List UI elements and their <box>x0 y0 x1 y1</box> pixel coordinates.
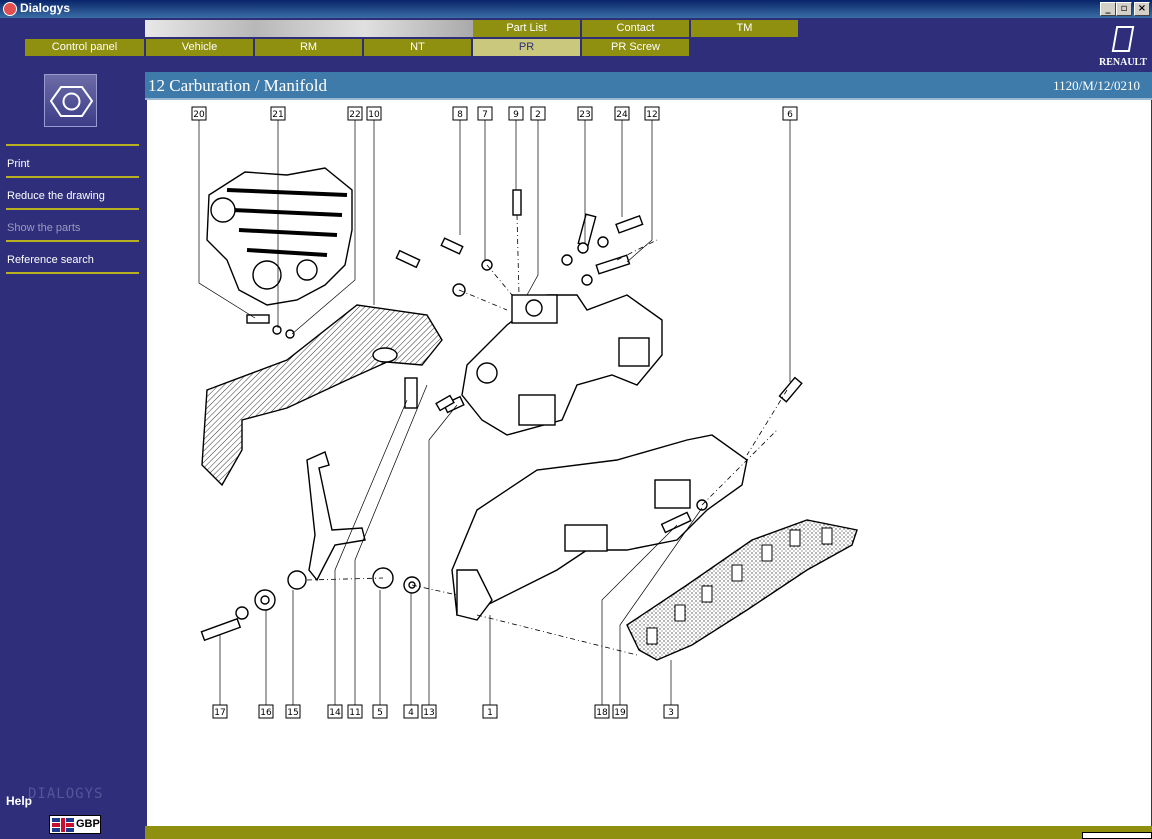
callout-14[interactable]: 14 <box>327 704 343 719</box>
header-decoration <box>145 20 475 37</box>
callout-4[interactable]: 4 <box>403 704 419 719</box>
tab-rm[interactable]: RM <box>255 39 363 56</box>
callout-1[interactable]: 1 <box>482 704 498 719</box>
callout-15[interactable]: 15 <box>285 704 301 719</box>
svg-text:4: 4 <box>408 708 414 718</box>
callout-17[interactable]: 17 <box>212 704 228 719</box>
callout-13[interactable]: 13 <box>421 704 437 719</box>
callout-12[interactable]: 12 <box>644 106 660 121</box>
minimize-button[interactable]: _ <box>1100 2 1116 16</box>
callout-3[interactable]: 3 <box>663 704 679 719</box>
svg-text:6: 6 <box>787 110 793 120</box>
exploded-diagram[interactable]: 20 21 22 10 8 7 9 2 23 24 12 6 17 16 15 … <box>147 100 1151 826</box>
svg-text:17: 17 <box>214 708 225 718</box>
callout-8[interactable]: 8 <box>452 106 468 121</box>
menu-divider <box>6 272 139 274</box>
menu-divider <box>6 176 139 178</box>
tab-contact[interactable]: Contact <box>582 20 690 37</box>
svg-text:22: 22 <box>349 110 360 120</box>
callout-11[interactable]: 11 <box>347 704 363 719</box>
menu-print[interactable]: Print <box>7 158 30 170</box>
menu-reduce-drawing[interactable]: Reduce the drawing <box>7 190 105 202</box>
bottom-bar <box>145 826 1152 839</box>
svg-text:8: 8 <box>457 110 463 120</box>
dialogys-wordmark: DIALOGYS <box>28 786 104 802</box>
svg-text:10: 10 <box>368 110 380 120</box>
svg-text:15: 15 <box>287 708 298 718</box>
callout-7[interactable]: 7 <box>477 106 493 121</box>
svg-text:3: 3 <box>668 708 674 718</box>
menu-reference-search[interactable]: Reference search <box>7 254 94 266</box>
svg-text:19: 19 <box>614 708 626 718</box>
svg-text:18: 18 <box>596 708 608 718</box>
renault-brand-text: RENAULT <box>1099 57 1147 68</box>
callout-10[interactable]: 10 <box>366 106 382 121</box>
tab-pr[interactable]: PR <box>473 39 581 56</box>
svg-text:11: 11 <box>349 708 360 718</box>
page-title: 12 Carburation / Manifold <box>148 76 327 95</box>
document-reference: 1120/M/12/0210 <box>1053 78 1140 93</box>
svg-text:7: 7 <box>482 110 488 120</box>
svg-text:20: 20 <box>193 110 205 120</box>
close-button[interactable]: × <box>1134 2 1150 16</box>
svg-text:12: 12 <box>646 110 657 120</box>
callout-16[interactable]: 16 <box>258 704 274 719</box>
window-title: Dialogys <box>20 1 71 15</box>
svg-text:14: 14 <box>329 708 341 718</box>
svg-text:21: 21 <box>272 110 283 120</box>
tab-pr-screw[interactable]: PR Screw <box>582 39 690 56</box>
maximize-button[interactable]: ▫ <box>1116 2 1132 16</box>
svg-text:16: 16 <box>260 708 272 718</box>
uk-flag-icon <box>52 818 74 832</box>
inlet-manifold-part <box>461 294 663 436</box>
currency-code: GBP <box>76 818 100 830</box>
callout-20[interactable]: 20 <box>191 106 207 121</box>
nut-icon <box>44 74 97 127</box>
svg-text:23: 23 <box>579 110 590 120</box>
callout-24[interactable]: 24 <box>614 106 630 121</box>
callouts-bottom: 17 16 15 14 11 5 4 13 1 18 19 3 <box>212 704 679 719</box>
tab-vehicle[interactable]: Vehicle <box>146 39 254 56</box>
renault-logo: RENAULT <box>1096 24 1150 72</box>
sidebar: Print Reduce the drawing Show the parts … <box>0 72 145 839</box>
window-titlebar: Dialogys _ ▫ × <box>0 0 1152 18</box>
menu-show-parts[interactable]: Show the parts <box>7 222 80 234</box>
callouts-top: 20 21 22 10 8 7 9 2 23 24 12 6 <box>191 106 798 121</box>
tab-control-panel[interactable]: Control panel <box>25 39 145 56</box>
svg-text:1: 1 <box>487 708 493 718</box>
renault-diamond-icon <box>1111 26 1135 52</box>
callout-19[interactable]: 19 <box>612 704 628 719</box>
support-bracket-part <box>306 451 366 582</box>
app-icon <box>3 2 17 16</box>
engine-illustration <box>206 167 353 306</box>
callout-22[interactable]: 22 <box>347 106 363 121</box>
top-navigation: Part List Contact TM Control panel Vehic… <box>0 18 1152 72</box>
menu-divider <box>6 240 139 242</box>
callout-18[interactable]: 18 <box>594 704 610 719</box>
document-header: 12 Carburation / Manifold 1120/M/12/0210 <box>145 72 1152 100</box>
callout-9[interactable]: 9 <box>508 106 524 121</box>
svg-text:9: 9 <box>513 110 519 120</box>
svg-text:13: 13 <box>423 708 434 718</box>
callout-21[interactable]: 21 <box>270 106 286 121</box>
tab-nt[interactable]: NT <box>364 39 472 56</box>
tab-part-list[interactable]: Part List <box>473 20 581 37</box>
menu-divider <box>6 208 139 210</box>
menu-divider <box>6 144 139 146</box>
svg-text:2: 2 <box>535 110 541 120</box>
currency-selector[interactable]: GBP <box>49 815 101 834</box>
callout-2[interactable]: 2 <box>530 106 546 121</box>
callout-6[interactable]: 6 <box>782 106 798 121</box>
status-box <box>1082 832 1152 839</box>
svg-text:5: 5 <box>377 708 383 718</box>
tab-tm[interactable]: TM <box>691 20 799 37</box>
callout-23[interactable]: 23 <box>577 106 593 121</box>
callout-5[interactable]: 5 <box>372 704 388 719</box>
svg-text:24: 24 <box>616 110 628 120</box>
